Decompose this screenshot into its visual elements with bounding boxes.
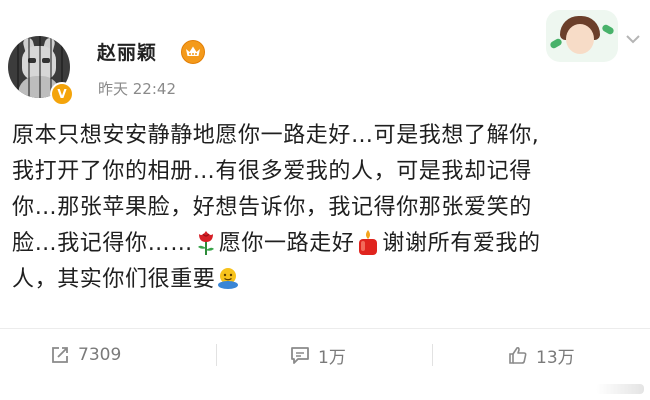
action-separator <box>432 344 433 366</box>
rose-icon <box>197 231 214 255</box>
post-line-4-part-2: 愿你一路走好 <box>218 231 355 256</box>
repost-button[interactable]: 7309 <box>50 342 121 368</box>
footer-divider <box>0 328 650 329</box>
post-line-5-text: 人，其实你们很重要 <box>12 267 216 292</box>
post-line-4-part-3: 谢谢所有爱我的 <box>382 231 541 256</box>
comment-count: 1万 <box>318 347 346 368</box>
leaf-icon <box>601 23 615 36</box>
like-button[interactable]: 13万 <box>508 342 575 368</box>
repost-count: 7309 <box>78 345 122 365</box>
post-line-2: 我打开了你的相册…有很多爱我的人，可是我却记得 <box>12 159 532 184</box>
thumbnail-face <box>566 24 594 54</box>
post-line-5: 人，其实你们很重要 <box>12 262 638 298</box>
verified-badge-icon: V <box>50 82 74 106</box>
candle-icon <box>359 230 378 255</box>
thumbs-up-icon <box>509 346 527 364</box>
leaf-icon <box>549 37 563 50</box>
weibo-post: V 赵丽颖 昨天 22:42 原本只想安安静静地愿你一路走好…可是我想了解你, … <box>0 0 650 400</box>
username[interactable]: 赵丽颖 <box>97 38 157 65</box>
chevron-down-icon[interactable] <box>624 30 642 48</box>
post-text: 原本只想安安静静地愿你一路走好…可是我想了解你, 我打开了你的相册…有很多爱我的… <box>12 118 638 298</box>
comment-button[interactable]: 1万 <box>290 342 346 368</box>
post-line-4-part-1: 脸…我记得你…… <box>12 231 193 256</box>
like-count: 13万 <box>536 347 575 368</box>
crown-icon <box>181 40 205 64</box>
post-timestamp[interactable]: 昨天 22:42 <box>98 78 176 99</box>
repost-icon <box>52 347 68 363</box>
watermark <box>596 384 644 394</box>
comment-icon <box>291 347 309 364</box>
post-line-3: 你…那张苹果脸，好想告诉你，我记得你那张爱笑的 <box>12 195 532 220</box>
action-separator <box>216 344 217 366</box>
post-line-4: 脸…我记得你…… 愿你一路走好 谢谢所有爱我的 <box>12 226 638 262</box>
post-line-1: 原本只想安安静静地愿你一路走好…可是我想了解你, <box>12 123 540 148</box>
decor-avatar-thumbnail <box>546 10 618 62</box>
hug-icon <box>218 268 239 289</box>
